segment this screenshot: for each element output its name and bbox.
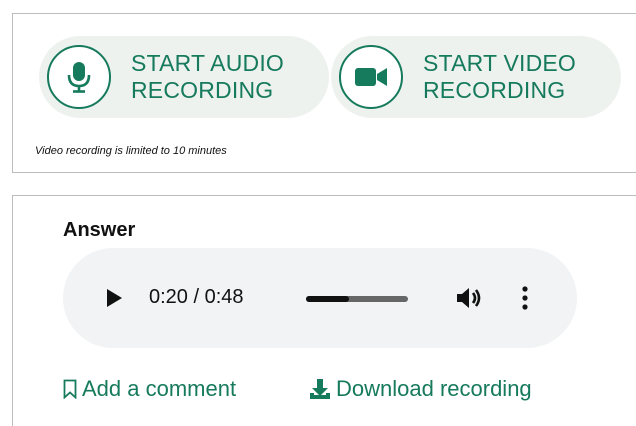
bookmark-icon [63, 379, 77, 399]
progress-bar-fill [306, 296, 349, 302]
current-time: 0:20 [149, 286, 188, 308]
play-icon[interactable] [105, 288, 123, 308]
microphone-icon [67, 62, 91, 93]
download-recording-label: Download recording [336, 376, 532, 401]
answer-title: Answer [63, 219, 136, 241]
volume-icon[interactable] [455, 286, 483, 310]
time-separator: / [187, 286, 205, 308]
start-video-recording-label: START VIDEO RECORDING [423, 50, 577, 103]
duration: 0:48 [204, 286, 244, 308]
download-icon [310, 379, 330, 399]
video-limit-note: Video recording is limited to 10 minutes [35, 145, 227, 157]
start-video-recording-button[interactable]: START VIDEO RECORDING [331, 36, 621, 118]
progress-bar[interactable] [306, 296, 408, 302]
answer-panel: Answer 0:20 / 0:48 Add a comment Downloa… [12, 195, 636, 426]
add-comment-link[interactable]: Add a comment [63, 376, 236, 402]
start-audio-recording-button[interactable]: START AUDIO RECORDING [39, 36, 329, 118]
video-camera-icon-circle [339, 45, 403, 109]
microphone-icon-circle [47, 45, 111, 109]
add-comment-label: Add a comment [82, 376, 237, 401]
more-options-icon[interactable] [521, 286, 529, 310]
start-audio-recording-label: START AUDIO RECORDING [131, 50, 285, 103]
recording-panel: START AUDIO RECORDING START VIDEO RECORD… [12, 13, 636, 173]
audio-player: 0:20 / 0:48 [63, 248, 577, 348]
video-camera-icon [355, 68, 387, 86]
download-recording-link[interactable]: Download recording [309, 376, 532, 402]
time-display: 0:20 / 0:48 [149, 286, 244, 309]
